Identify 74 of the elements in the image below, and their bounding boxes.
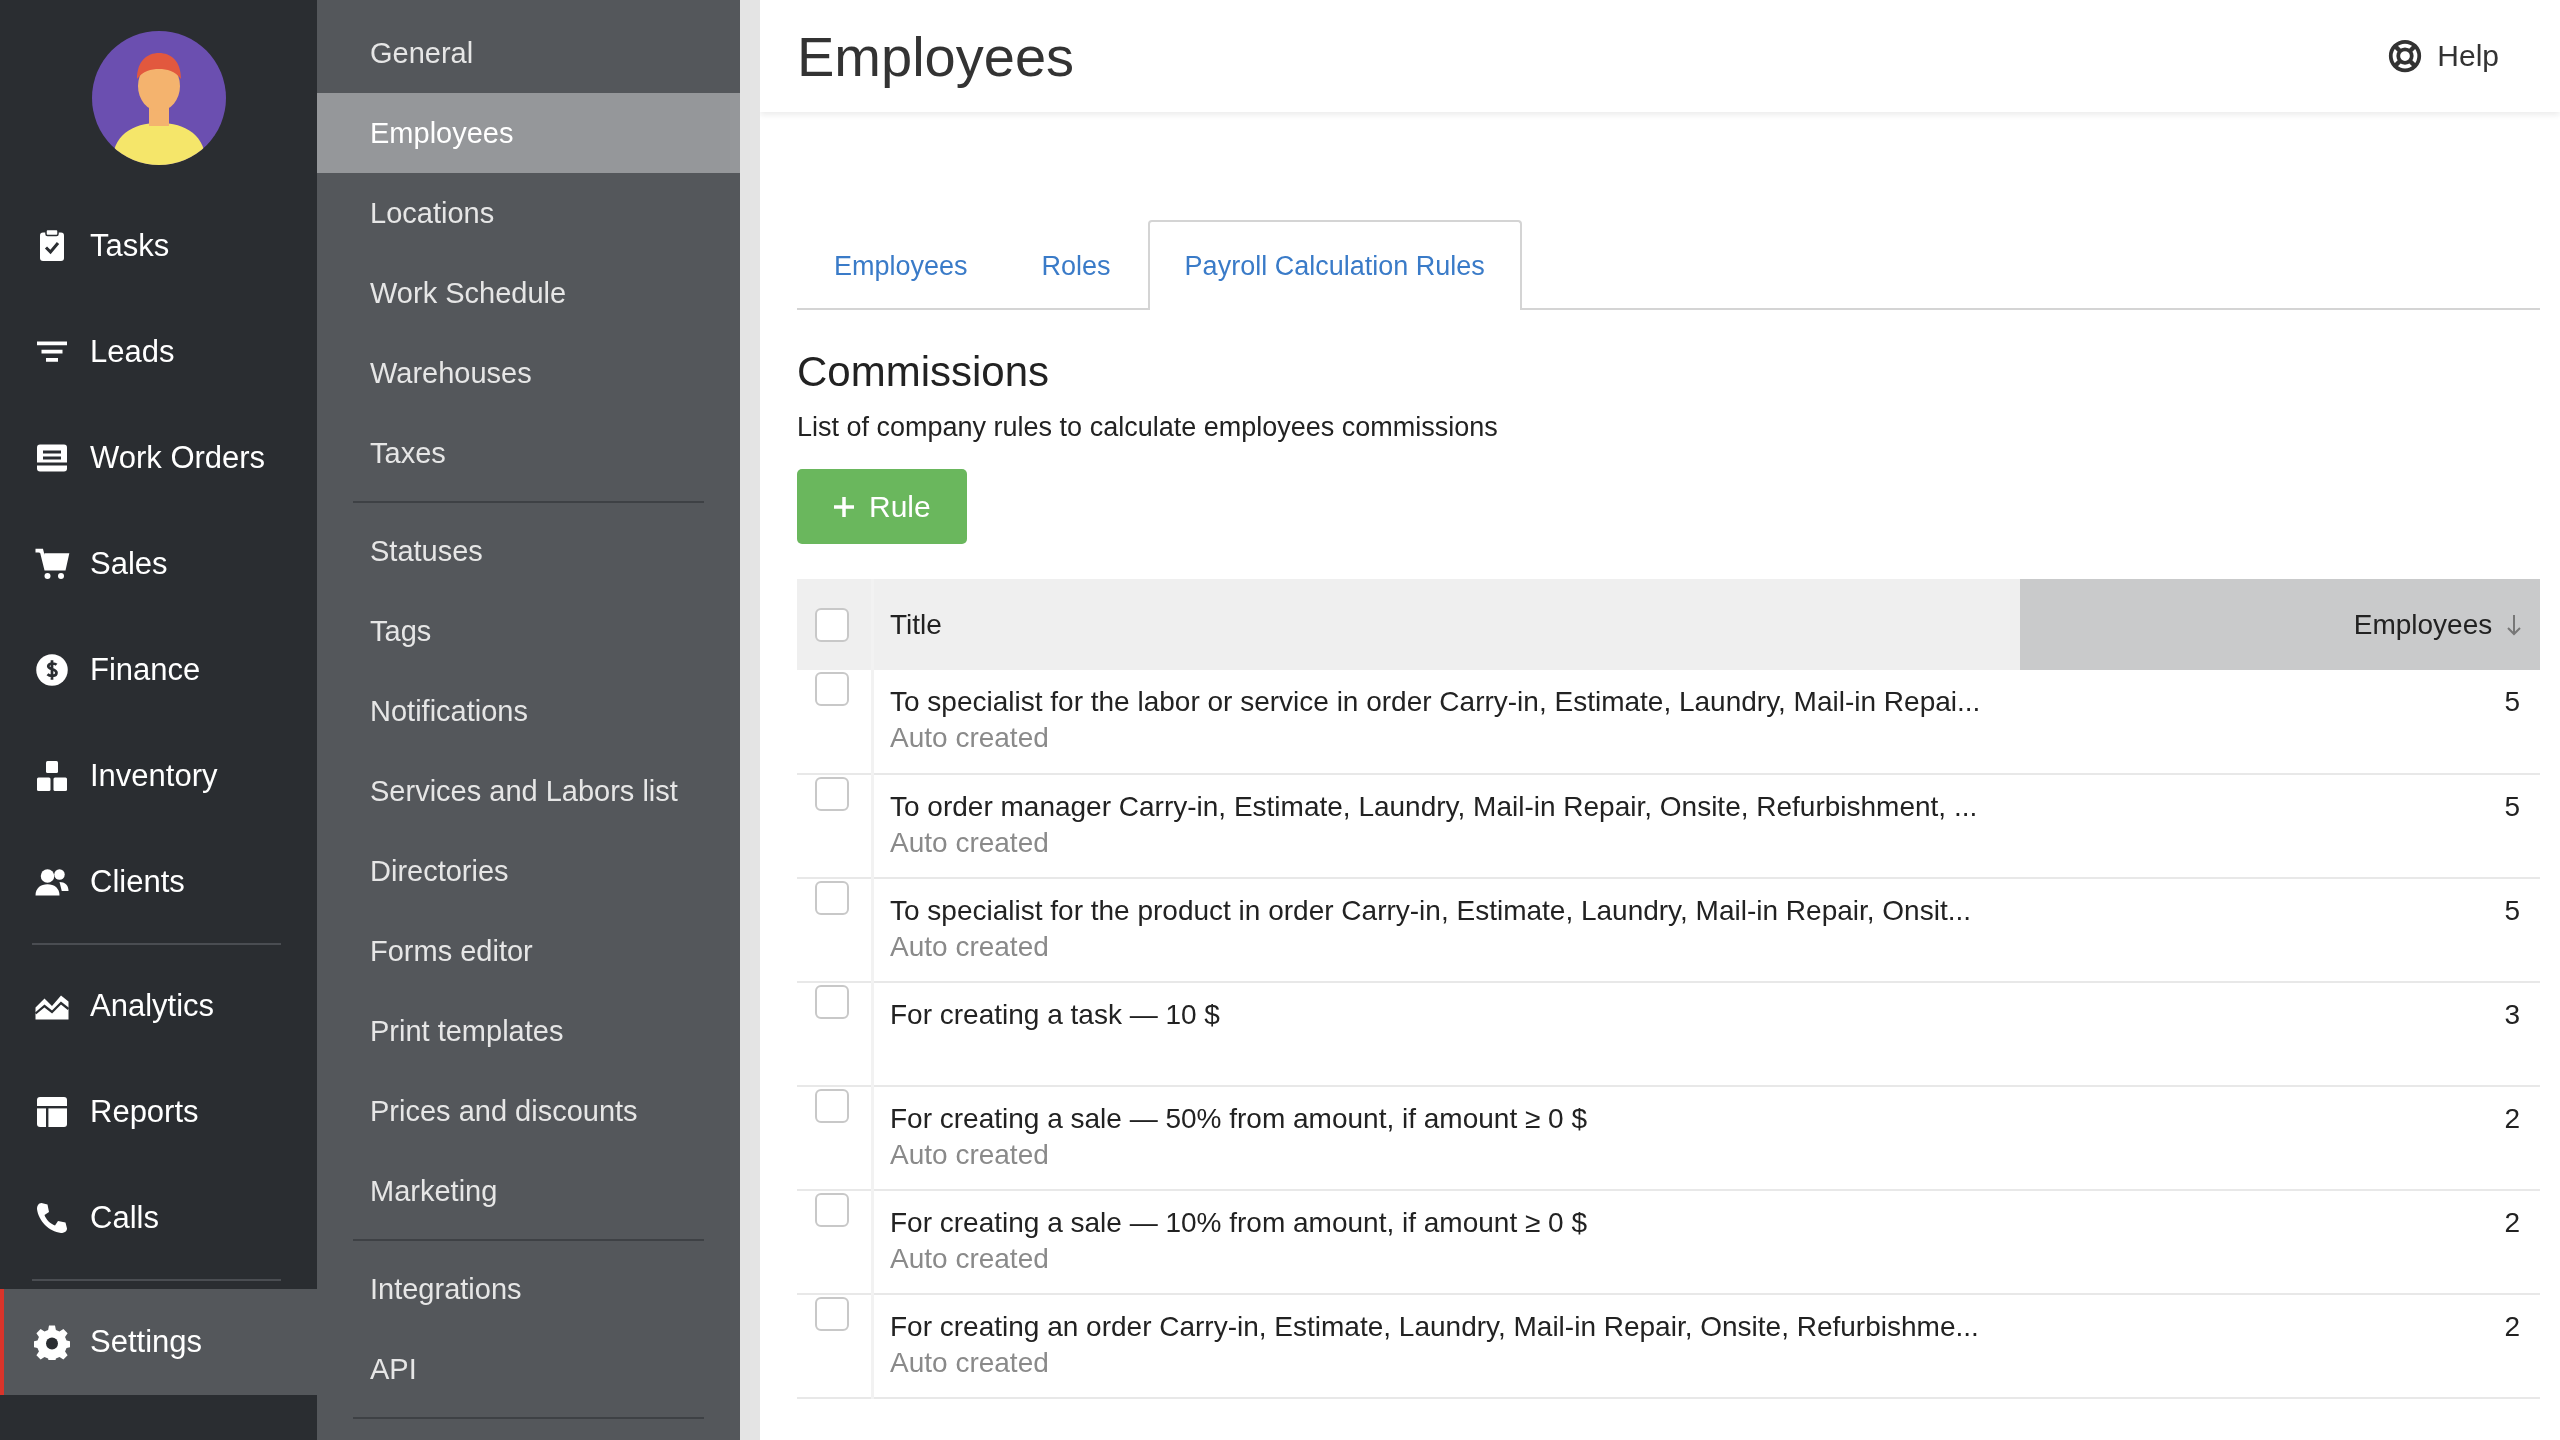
rule-title: For creating a task — 10 $ [890, 999, 1221, 1031]
settings-menu-item[interactable]: Locations [317, 173, 740, 253]
boxes-icon [34, 758, 70, 794]
employee-count: 2 [2504, 1311, 2520, 1342]
settings-menu-item[interactable]: Taxes [317, 413, 740, 493]
sort-arrow-icon [2506, 612, 2522, 637]
lifebuoy-icon [2387, 38, 2424, 74]
nav-item[interactable]: Tasks [0, 193, 317, 299]
tab[interactable]: Roles [1004, 220, 1148, 310]
settings-menu-item[interactable]: Directories [317, 831, 740, 911]
column-header[interactable]: Title [872, 579, 2020, 670]
select-all-checkbox[interactable] [815, 607, 849, 642]
cart-icon [34, 546, 70, 582]
section-description: List of company rules to calculate employees commissions [797, 412, 1499, 443]
settings-menu-item[interactable]: Integrations [317, 1249, 740, 1329]
employee-count: 2 [2504, 1207, 2520, 1238]
settings-menu-item[interactable]: Employees [317, 93, 740, 173]
tab[interactable]: Employees [797, 220, 1005, 310]
page-title: Employees [797, 23, 1075, 89]
row-checkbox[interactable] [815, 985, 849, 1019]
phone-icon [34, 1200, 70, 1236]
rule-title: For creating a sale — 50% from amount, if amount ≥ 0 $ [890, 1103, 1589, 1135]
settings-menu-item[interactable]: Services and Labors list [317, 751, 740, 831]
employee-count: 5 [2504, 895, 2520, 926]
settings-menu-item[interactable]: API [317, 1329, 740, 1409]
nav-item[interactable]: Finance [0, 617, 317, 723]
rule-title: To specialist for the labor or service in order Carry-in, Estimate, Laundry, Mail-in Repai... [890, 686, 1982, 718]
nav-item[interactable]: Inventory [0, 723, 317, 829]
employee-count: 5 [2504, 686, 2520, 717]
settings-menu-item[interactable]: Marketing [317, 1151, 740, 1231]
employee-count: 2 [2504, 1103, 2520, 1134]
table-icon [34, 1094, 70, 1130]
rule-note: Auto created [890, 1243, 1050, 1275]
settings-menu-item[interactable]: Prices and discounts [317, 1071, 740, 1151]
row-checkbox[interactable] [815, 1297, 849, 1331]
settings-menu-item[interactable]: Notifications [317, 671, 740, 751]
rule-title: For creating a sale — 10% from amount, if amount ≥ 0 $ [890, 1207, 1589, 1239]
rule-note: Auto created [890, 1139, 1050, 1171]
rule-note: Auto created [890, 722, 1050, 754]
plus-icon [833, 495, 855, 518]
nav-item[interactable]: Calls [0, 1165, 317, 1271]
section-heading: Commissions [797, 348, 1051, 396]
row-checkbox[interactable] [815, 1193, 849, 1227]
nav-item[interactable]: Analytics [0, 953, 317, 1059]
nav-item[interactable]: Settings [0, 1289, 317, 1395]
column-header[interactable]: Employees [2020, 579, 2540, 670]
nav-item[interactable]: Sales [0, 511, 317, 617]
tab[interactable]: Payroll Calculation Rules [1147, 220, 1522, 310]
employee-count: 3 [2504, 999, 2520, 1030]
row-checkbox[interactable] [815, 881, 849, 915]
nav-item[interactable]: Work Orders [0, 405, 317, 511]
employee-count: 5 [2504, 791, 2520, 822]
rule-title: For creating an order Carry-in, Estimate, Laundry, Mail-in Repair, Onsite, Refurbishme... [890, 1311, 1980, 1343]
settings-icon [34, 1324, 70, 1360]
rule-title: To order manager Carry-in, Estimate, Laundry, Mail-in Repair, Onsite, Refurbishment, ... [890, 791, 1979, 823]
rule-title: To specialist for the product in order Carry-in, Estimate, Laundry, Mail-in Repair, Onsit... [890, 895, 1973, 927]
settings-menu-item[interactable]: Statuses [317, 511, 740, 591]
nav-item[interactable]: Clients [0, 829, 317, 935]
settings-menu-item[interactable]: Tags [317, 591, 740, 671]
nav-item[interactable]: Leads [0, 299, 317, 405]
settings-menu-item[interactable]: Warehouses [317, 333, 740, 413]
settings-menu-item[interactable]: Print templates [317, 991, 740, 1071]
nav-item[interactable]: Reports [0, 1059, 317, 1165]
settings-menu-item[interactable]: Work Schedule [317, 253, 740, 333]
row-checkbox[interactable] [815, 1089, 849, 1123]
row-checkbox[interactable] [815, 777, 849, 811]
settings-menu-item[interactable]: General [317, 13, 740, 93]
row-checkbox[interactable] [815, 672, 849, 706]
help-button[interactable]: Help [2381, 37, 2505, 75]
dollar-icon [34, 652, 70, 688]
settings-menu-item[interactable]: Forms editor [317, 911, 740, 991]
rule-note: Auto created [890, 931, 1050, 963]
rule-note: Auto created [890, 1347, 1050, 1379]
rule-note: Auto created [890, 827, 1050, 859]
